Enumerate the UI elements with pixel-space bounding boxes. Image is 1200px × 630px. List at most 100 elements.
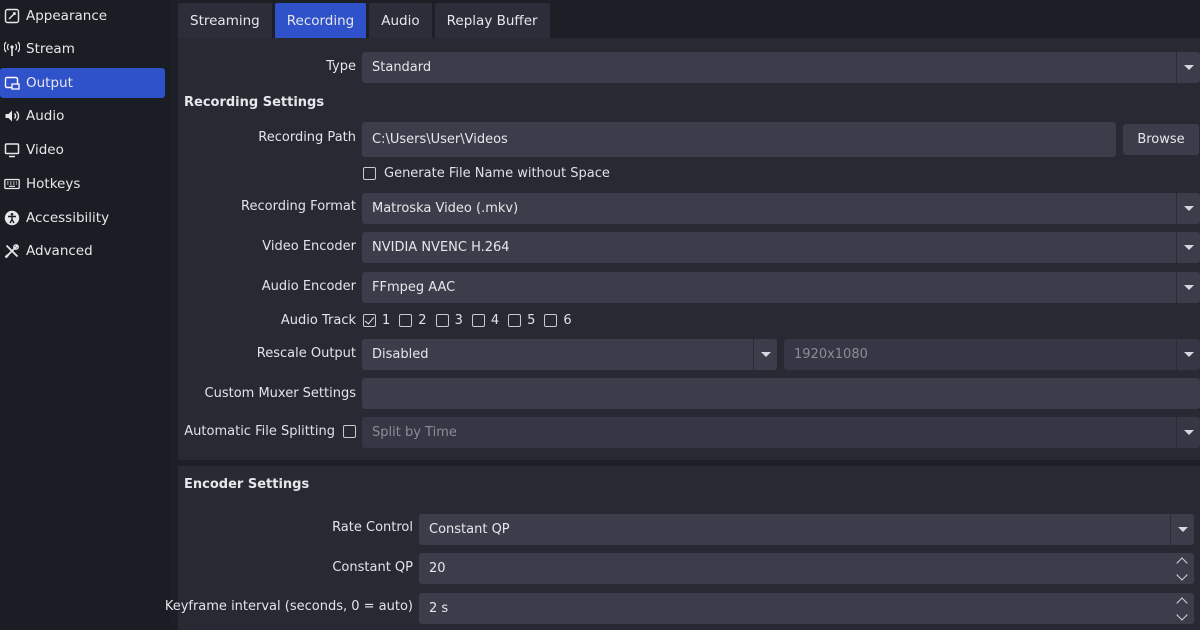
sidebar-item-advanced[interactable]: Advanced: [0, 236, 165, 266]
split-mode-value: Split by Time: [372, 425, 457, 440]
sidebar-item-appearance[interactable]: Appearance: [0, 1, 165, 31]
keyframe-interval-label: Keyframe interval (seconds, 0 = auto): [164, 599, 413, 614]
audio-track-number: 3: [454, 313, 463, 328]
audio-encoder-value: FFmpeg AAC: [372, 280, 456, 295]
sidebar-item-hotkeys[interactable]: Hotkeys: [0, 169, 165, 199]
recording-settings-title: Recording Settings: [184, 95, 325, 110]
type-value: Standard: [372, 60, 432, 75]
no-space-label: Generate File Name without Space: [384, 166, 610, 181]
recording-path-input[interactable]: C:\Users\User\Videos: [362, 122, 1116, 157]
recording-path-label: Recording Path: [258, 130, 356, 145]
audio-track-checkbox[interactable]: [399, 314, 413, 327]
audio-track-checkbox[interactable]: [363, 314, 376, 327]
constant-qp-stepper[interactable]: 20: [419, 553, 1194, 584]
chevron-down-icon: [1176, 193, 1200, 224]
settings-main: Streaming Recording Audio Replay Buffer …: [165, 0, 1200, 630]
antenna-icon: [4, 41, 20, 57]
chevron-down-icon: [1170, 514, 1194, 545]
sidebar-item-output[interactable]: Output: [0, 68, 165, 98]
constant-qp-value: 20: [429, 561, 446, 576]
audio-track-checkbox[interactable]: [435, 314, 449, 327]
chevron-down-icon: [1176, 232, 1200, 263]
video-encoder-label: Video Encoder: [262, 239, 356, 254]
type-label: Type: [326, 59, 356, 74]
no-space-row[interactable]: Generate File Name without Space: [363, 166, 610, 181]
output-icon: [4, 75, 20, 91]
rescale-resolution-value: 1920x1080: [794, 347, 868, 362]
rate-control-value: Constant QP: [429, 522, 510, 537]
sidebar-item-audio[interactable]: Audio: [0, 101, 165, 131]
auto-split-label: Automatic File Splitting: [184, 424, 335, 439]
audio-track-number: 1: [382, 313, 391, 328]
chevron-down-icon: [753, 339, 777, 370]
audio-track-checkbox[interactable]: [471, 314, 485, 327]
sidebar-item-stream[interactable]: Stream: [0, 34, 165, 64]
appearance-icon: [4, 8, 20, 24]
tab-audio[interactable]: Audio: [369, 3, 432, 38]
audio-track-label: Audio Track: [280, 313, 356, 328]
recording-format-label: Recording Format: [241, 199, 356, 214]
audio-track-checkbox[interactable]: [544, 314, 558, 327]
audio-track-2[interactable]: 2: [399, 313, 427, 328]
chevron-down-icon[interactable]: [1176, 608, 1188, 621]
sidebar-item-label: Appearance: [26, 8, 108, 24]
browse-button[interactable]: Browse: [1123, 124, 1199, 155]
audio-encoder-select[interactable]: FFmpeg AAC: [362, 272, 1200, 303]
audio-track-number: 2: [418, 313, 427, 328]
tab-streaming[interactable]: Streaming: [178, 3, 272, 38]
video-encoder-select[interactable]: NVIDIA NVENC H.264: [362, 232, 1200, 263]
sidebar-item-accessibility[interactable]: Accessibility: [0, 203, 165, 233]
chevron-up-icon[interactable]: [1176, 596, 1188, 609]
spin-buttons[interactable]: [1170, 593, 1194, 624]
chevron-down-icon: [1176, 272, 1200, 303]
auto-split-row[interactable]: Automatic File Splitting: [184, 424, 356, 439]
tab-replay-buffer[interactable]: Replay Buffer: [434, 3, 550, 38]
sidebar-item-label: Advanced: [26, 243, 93, 259]
rescale-output-label: Rescale Output: [256, 346, 356, 361]
sidebar-item-label: Output: [26, 75, 73, 91]
constant-qp-label: Constant QP: [332, 560, 413, 575]
recording-path-value: C:\Users\User\Videos: [372, 132, 508, 147]
audio-track-number: 6: [563, 313, 572, 328]
rescale-resolution-select: 1920x1080: [784, 339, 1200, 370]
accessibility-icon: [4, 210, 20, 226]
tab-recording[interactable]: Recording: [274, 3, 367, 38]
rate-control-label: Rate Control: [332, 520, 413, 535]
audio-track-number: 4: [490, 313, 500, 328]
rate-control-select[interactable]: Constant QP: [419, 514, 1194, 545]
type-select[interactable]: Standard: [362, 52, 1200, 83]
tools-icon: [4, 243, 20, 259]
custom-muxer-input[interactable]: [362, 378, 1200, 409]
no-space-checkbox[interactable]: [363, 167, 376, 180]
spin-buttons[interactable]: [1170, 553, 1194, 584]
audio-track-checkbox[interactable]: [508, 314, 522, 327]
audio-track-4[interactable]: 4: [471, 313, 500, 328]
encoder-settings-title: Encoder Settings: [184, 477, 310, 492]
audio-track-5[interactable]: 5: [508, 313, 535, 328]
keyboard-icon: [4, 176, 20, 192]
recording-format-select[interactable]: Matroska Video (.mkv): [362, 193, 1200, 224]
speaker-icon: [4, 108, 20, 124]
auto-split-checkbox[interactable]: [343, 425, 356, 438]
audio-track-6[interactable]: 6: [544, 313, 572, 328]
split-mode-select: Split by Time: [362, 417, 1200, 448]
keyframe-interval-value: 2 s: [429, 601, 449, 616]
sidebar-item-video[interactable]: Video: [0, 135, 165, 165]
recording-format-value: Matroska Video (.mkv): [372, 201, 519, 216]
chevron-down-icon: [1176, 339, 1200, 370]
chevron-down-icon: [1176, 52, 1200, 83]
audio-track-number: 5: [527, 313, 536, 328]
video-encoder-value: NVIDIA NVENC H.264: [372, 240, 510, 255]
sidebar-item-label: Video: [26, 142, 64, 158]
rescale-output-select[interactable]: Disabled: [362, 339, 777, 370]
chevron-down-icon[interactable]: [1176, 568, 1188, 581]
monitor-icon: [4, 142, 20, 158]
audio-track-3[interactable]: 3: [435, 313, 463, 328]
chevron-up-icon[interactable]: [1176, 556, 1188, 569]
audio-track-1[interactable]: 1: [363, 313, 390, 328]
sidebar-item-label: Audio: [26, 108, 65, 124]
chevron-down-icon: [1176, 417, 1200, 448]
custom-muxer-label: Custom Muxer Settings: [204, 386, 356, 401]
keyframe-interval-stepper[interactable]: 2 s: [419, 593, 1194, 624]
sidebar-item-label: Stream: [26, 41, 75, 57]
